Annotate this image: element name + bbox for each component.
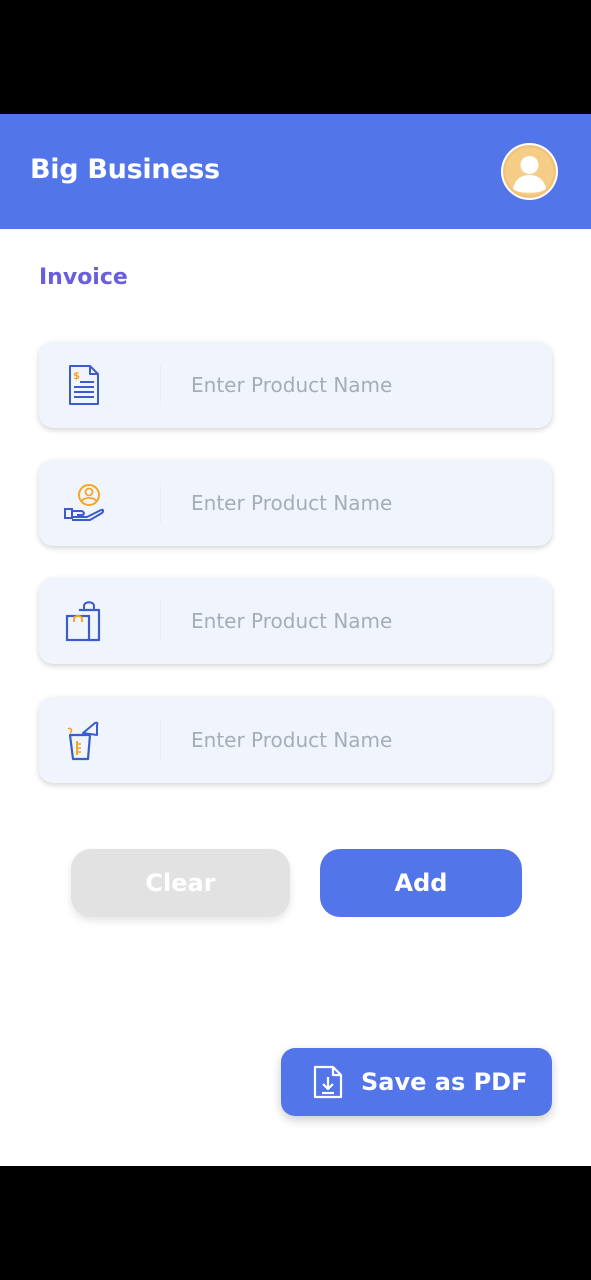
app-bar: Big Business <box>0 114 591 229</box>
save-as-pdf-label: Save as PDF <box>361 1068 528 1096</box>
download-file-icon <box>313 1065 343 1099</box>
app-title: Big Business <box>30 154 220 185</box>
invoice-document-icon: $ <box>61 363 107 407</box>
section-title: Invoice <box>39 265 128 290</box>
product-field-1[interactable]: $ <box>39 342 552 428</box>
product-cup-icon <box>61 718 107 762</box>
add-button[interactable]: Add <box>320 849 522 917</box>
product-name-input-4[interactable] <box>191 719 531 761</box>
clear-button[interactable]: Clear <box>71 849 290 917</box>
product-field-2[interactable] <box>39 460 552 546</box>
shopping-bags-icon <box>61 599 107 643</box>
field-divider <box>160 600 161 642</box>
app-screen: Big Business Invoice $ Enter Product Nam… <box>0 114 591 1166</box>
product-name-input-2[interactable] <box>191 482 531 524</box>
customer-hand-icon <box>61 481 107 525</box>
navigation-bar-area <box>0 1166 591 1280</box>
field-divider <box>160 364 161 406</box>
product-name-input-1[interactable] <box>191 364 531 406</box>
field-divider <box>160 482 161 524</box>
field-divider <box>160 719 161 761</box>
svg-text:$: $ <box>73 371 80 382</box>
save-as-pdf-button[interactable]: Save as PDF <box>281 1048 552 1116</box>
product-field-4[interactable] <box>39 697 552 783</box>
user-avatar-icon[interactable] <box>501 143 558 200</box>
product-field-3[interactable] <box>39 578 552 664</box>
product-name-input-3[interactable] <box>191 600 531 642</box>
status-bar-area <box>0 0 591 114</box>
